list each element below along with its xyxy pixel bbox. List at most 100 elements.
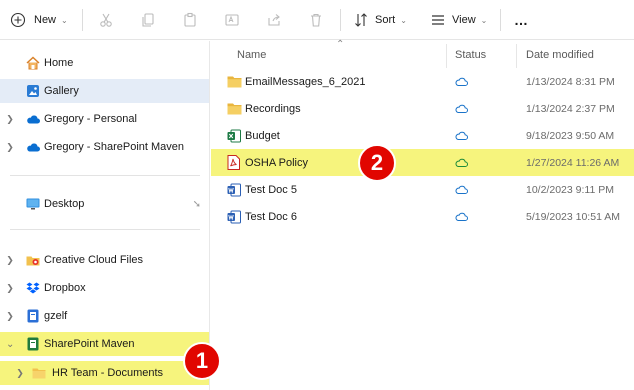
share-button[interactable] (266, 8, 282, 32)
creative-cloud-icon (26, 253, 40, 267)
sidebar-item-hr-team-documents[interactable]: ❯ HR Team - Documents (0, 361, 209, 385)
sidebar-item-gregory-sharepoint-maven[interactable]: ❯ Gregory - SharePoint Maven (0, 135, 209, 159)
sort-icon (353, 12, 369, 28)
sidebar-item-creative-cloud-files[interactable]: ❯ Creative Cloud Files (0, 248, 209, 272)
delete-button[interactable] (308, 8, 324, 32)
cloud-status-icon (455, 149, 468, 176)
date-modified: 1/27/2024 11:26 AM (526, 156, 620, 169)
cut-icon (98, 12, 114, 28)
folder-icon (227, 95, 242, 122)
rename-button[interactable] (224, 8, 240, 32)
delete-icon (308, 12, 324, 28)
pdf-file-icon (227, 149, 240, 176)
new-button[interactable]: New ⌄ (10, 8, 68, 32)
new-label: New (34, 14, 57, 26)
file-name: EmailMessages_6_2021 (245, 75, 366, 88)
cloud-icon (26, 112, 40, 126)
view-button[interactable]: View ⌄ (430, 8, 487, 32)
sidebar-item-home[interactable]: Home (0, 51, 209, 75)
column-divider[interactable] (516, 44, 517, 68)
cloud-status-icon (455, 95, 468, 122)
column-header-status[interactable]: Status (455, 44, 486, 66)
chevron-right-icon[interactable]: ❯ (6, 142, 14, 153)
table-row[interactable]: Test Doc 5 10/2/2023 9:11 PM (211, 176, 634, 203)
sidebar-item-label: Desktop (44, 198, 85, 210)
rename-icon (224, 12, 240, 28)
column-header-date-modified[interactable]: Date modified (526, 44, 594, 66)
table-row[interactable]: OSHA Policy 1/27/2024 11:26 AM (211, 149, 634, 176)
cloud-status-icon (455, 176, 468, 203)
chevron-right-icon[interactable]: ❯ (6, 255, 14, 266)
sidebar-divider (10, 175, 200, 176)
file-name: Recordings (245, 102, 301, 115)
sidebar-item-label: Gregory - Personal (44, 113, 137, 125)
view-icon (430, 12, 446, 28)
table-row[interactable]: EmailMessages_6_2021 1/13/2024 8:31 PM (211, 68, 634, 95)
more-options-button[interactable]: … (514, 8, 529, 32)
sidebar-item-label: Home (44, 57, 74, 69)
table-row[interactable]: Recordings 1/13/2024 2:37 PM (211, 95, 634, 122)
file-name: Test Doc 6 (245, 210, 297, 223)
sidebar-item-gregory-personal[interactable]: ❯ Gregory - Personal (0, 107, 209, 131)
date-modified: 9/18/2023 9:50 AM (526, 129, 615, 142)
dropbox-icon (26, 281, 40, 295)
word-file-icon (227, 176, 241, 203)
sidebar-item-label: Gallery (44, 85, 79, 97)
share-icon (266, 12, 282, 28)
sort-label: Sort (375, 14, 396, 26)
folder-icon (32, 366, 46, 380)
excel-file-icon (227, 122, 241, 149)
chevron-right-icon[interactable]: ❯ (6, 311, 14, 322)
paste-button[interactable] (182, 8, 198, 32)
plus-icon (10, 12, 26, 28)
cloud-status-icon (455, 68, 468, 95)
toolbar-divider (500, 9, 501, 31)
file-name: Budget (245, 129, 280, 142)
sidebar-item-gzelf[interactable]: ❯ gzelf (0, 304, 209, 328)
step-badge-1: 1 (183, 342, 221, 380)
sidebar-item-dropbox[interactable]: ❯ Dropbox (0, 276, 209, 300)
home-icon (26, 56, 40, 70)
gallery-icon (26, 84, 40, 98)
column-header-name[interactable]: Name (237, 44, 266, 66)
step-badge-2: 2 (358, 144, 396, 182)
word-file-icon (227, 203, 241, 230)
chevron-down-icon[interactable]: ⌄ (6, 339, 14, 350)
sidebar-item-desktop[interactable]: Desktop ➘ (0, 192, 209, 216)
sharepoint-icon (26, 337, 40, 351)
folder-icon (227, 68, 242, 95)
sort-ascending-icon: ⌃ (336, 39, 345, 50)
toolbar-divider (340, 9, 341, 31)
chevron-down-icon: ⌄ (400, 15, 407, 25)
date-modified: 1/13/2024 2:37 PM (526, 102, 615, 115)
date-modified: 10/2/2023 9:11 PM (526, 183, 614, 196)
column-divider[interactable] (446, 44, 447, 68)
chevron-right-icon[interactable]: ❯ (6, 283, 14, 294)
sidebar-item-label: gzelf (44, 310, 68, 322)
file-name: OSHA Policy (245, 156, 308, 169)
copy-button[interactable] (140, 8, 156, 32)
file-list: ⌃ Name Status Date modified EmailMessage… (211, 39, 634, 390)
sidebar-item-label: Creative Cloud Files (44, 254, 144, 266)
navigation-pane: Home Gallery ❯ Gregory - Personal ❯ Greg… (0, 41, 210, 390)
drive-icon (26, 309, 40, 323)
sidebar-item-label: SharePoint Maven (44, 338, 135, 350)
toolbar-divider (82, 9, 83, 31)
chevron-right-icon[interactable]: ❯ (6, 114, 14, 125)
cloud-status-icon (455, 203, 468, 230)
table-row[interactable]: Test Doc 6 5/19/2023 10:51 AM (211, 203, 634, 230)
copy-icon (140, 12, 156, 28)
cut-button[interactable] (98, 8, 114, 32)
file-name: Test Doc 5 (245, 183, 297, 196)
date-modified: 1/13/2024 8:31 PM (526, 75, 615, 88)
sidebar-item-gallery[interactable]: Gallery (0, 79, 209, 103)
date-modified: 5/19/2023 10:51 AM (526, 210, 620, 223)
table-row[interactable]: Budget 9/18/2023 9:50 AM (211, 122, 634, 149)
sort-button[interactable]: Sort ⌄ (353, 8, 407, 32)
pin-icon[interactable]: ➘ (193, 199, 201, 210)
sidebar-item-sharepoint-maven[interactable]: ⌄ SharePoint Maven (0, 332, 209, 356)
sidebar-divider (10, 229, 200, 230)
sidebar-item-label: HR Team - Documents (52, 367, 164, 379)
chevron-right-icon[interactable]: ❯ (16, 368, 24, 379)
sidebar-item-label: Gregory - SharePoint Maven (44, 141, 185, 153)
